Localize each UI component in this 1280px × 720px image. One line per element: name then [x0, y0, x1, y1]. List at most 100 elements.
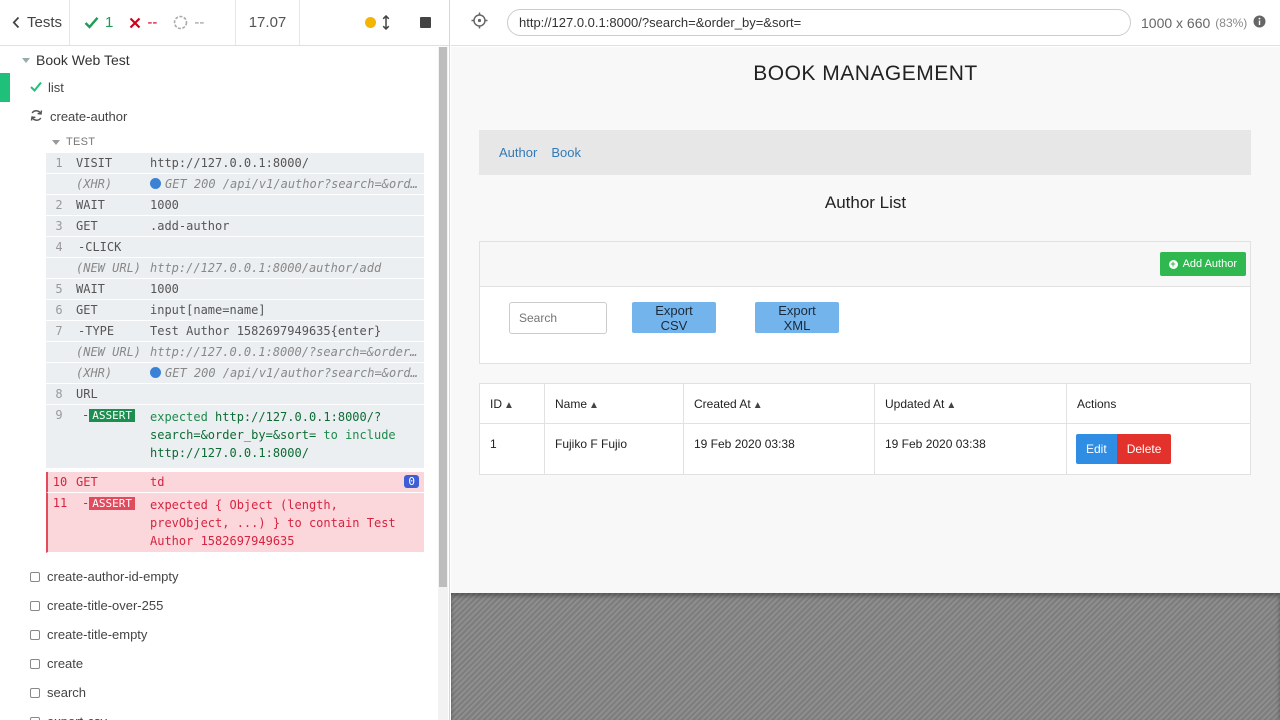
test-item[interactable]: create-author-id-empty — [0, 562, 438, 591]
edit-button[interactable]: Edit — [1076, 434, 1117, 464]
tests-back-button[interactable]: Tests — [0, 0, 70, 45]
suite-title-row[interactable]: Book Web Test — [0, 47, 438, 73]
command-row[interactable]: 5 WAIT 1000 — [46, 279, 424, 300]
header-label: Updated At — [885, 396, 945, 411]
hook-title-row[interactable]: TEST — [46, 131, 424, 153]
command-event-row[interactable]: (NEW URL) http://127.0.0.1:8000/?search=&… — [46, 342, 424, 363]
command-row[interactable]: 3 GET .add-author — [46, 216, 424, 237]
command-name: GET — [76, 475, 98, 489]
command-message: .add-author — [150, 219, 424, 233]
test-pending-square-icon — [30, 571, 40, 582]
x-icon — [129, 17, 141, 29]
command-row[interactable]: 4 -CLICK — [46, 237, 424, 258]
command-row[interactable]: 1 VISIT http://127.0.0.1:8000/ — [46, 153, 424, 174]
test-pending-square-icon — [30, 687, 40, 698]
command-message-text: Test Author 1582697949635{enter} — [150, 324, 382, 338]
nav-link-author[interactable]: Author — [499, 145, 537, 160]
auto-scroll-toggle-icon[interactable] — [382, 15, 390, 30]
test-label: create — [47, 656, 84, 671]
test-item[interactable]: create — [0, 649, 438, 678]
column-header-updated-at[interactable]: Updated At ▲︎ — [874, 383, 1067, 424]
command-event-row[interactable]: (XHR) GET 200 /api/v1/author?search=&orde… — [46, 174, 424, 195]
cell-actions: Edit Delete — [1066, 423, 1251, 475]
export-xml-button[interactable]: Export XML — [755, 302, 839, 333]
command-name: (NEW URL) — [76, 345, 142, 359]
command-name: (XHR) — [76, 366, 113, 380]
delete-button[interactable]: Delete — [1116, 434, 1172, 464]
info-icon[interactable] — [1253, 15, 1266, 31]
command-message: 1000 — [150, 198, 424, 212]
command-row[interactable]: 6 GET input[name=name] — [46, 300, 424, 321]
column-header-actions: Actions — [1066, 383, 1251, 424]
command-row[interactable]: 2 WAIT 1000 — [46, 195, 424, 216]
xhr-status-dot-icon — [150, 178, 161, 189]
hook-title: TEST — [66, 136, 96, 148]
cell-updated-at: 19 Feb 2020 03:38 — [874, 423, 1067, 475]
command-name: GET — [76, 303, 98, 317]
command-message: GET 200 /api/v1/author?search=&order_by=… — [150, 366, 424, 380]
command-number: 4 — [55, 240, 63, 254]
command-name: VISIT — [76, 156, 113, 170]
plus-circle-icon: + — [1168, 258, 1178, 269]
test-item[interactable]: search — [0, 678, 438, 707]
scrollbar-thumb[interactable] — [439, 47, 447, 587]
command-number: 10 — [52, 475, 68, 489]
url-bar[interactable]: http://127.0.0.1:8000/?search=&order_by=… — [507, 9, 1131, 36]
command-message-text: http://127.0.0.1:8000/author/add — [150, 261, 382, 275]
failed-stat: -- — [129, 14, 157, 31]
run-duration: 17.07 — [236, 0, 300, 45]
command-number: 3 — [55, 219, 63, 233]
command-name: WAIT — [76, 282, 105, 296]
command-get-failed[interactable]: 10 GET td 0 — [46, 472, 424, 493]
command-message: td — [150, 475, 165, 489]
refresh-running-icon — [30, 109, 43, 125]
cell-created-at: 19 Feb 2020 03:38 — [683, 423, 875, 475]
command-message-text: GET 200 /api/v1/author?search=&order_by=… — [165, 177, 424, 191]
command-message-text: 1000 — [150, 282, 179, 296]
passed-stat: 1 — [84, 14, 113, 31]
test-pending-square-icon — [30, 658, 40, 669]
assert-expected-word: expected — [150, 410, 208, 424]
command-name: (XHR) — [76, 177, 113, 191]
command-event-row[interactable]: (XHR) GET 200 /api/v1/author?search=&orde… — [46, 363, 424, 384]
command-row[interactable]: 7 -TYPE Test Author 1582697949635{enter} — [46, 321, 424, 342]
command-number: 11 — [52, 496, 68, 510]
test-label: list — [48, 80, 64, 95]
test-item-list[interactable]: list — [0, 73, 438, 102]
command-name: URL — [76, 387, 98, 401]
test-label: create-author-id-empty — [47, 569, 179, 584]
stop-icon[interactable] — [420, 17, 431, 28]
column-header-name[interactable]: Name ▲︎ — [544, 383, 684, 424]
sort-icon: ▲︎ — [504, 399, 514, 411]
command-assert-passed[interactable]: 9 - ASSERT expected http://127.0.0.1:8000… — [46, 405, 424, 469]
column-header-created-at[interactable]: Created At ▲︎ — [683, 383, 875, 424]
card-header: + Add Author — [480, 242, 1250, 287]
export-csv-button[interactable]: Export CSV — [632, 302, 716, 333]
test-label: create-author — [50, 109, 128, 124]
check-icon — [30, 80, 42, 95]
test-item[interactable]: create-title-over-255 — [0, 591, 438, 620]
reporter-tests-list: Book Web Test list create-author TEST 1V… — [0, 47, 438, 720]
pending-stat: -- — [173, 14, 204, 31]
nav-link-book[interactable]: Book — [551, 145, 581, 160]
remaining-tests: create-author-id-empty create-title-over-… — [0, 562, 438, 720]
command-assert-failed[interactable]: 11 - ASSERT expected { Object (length, pr… — [46, 493, 424, 553]
test-item[interactable]: export-csv — [0, 707, 438, 720]
reporter-scrollbar[interactable] — [438, 47, 448, 720]
viewport-size: 1000 x 660 — [1141, 14, 1211, 31]
test-item-create-author[interactable]: create-author — [0, 102, 438, 131]
search-input[interactable] — [509, 302, 607, 334]
add-author-button[interactable]: + Add Author — [1159, 252, 1246, 276]
aut-header: http://127.0.0.1:8000/?search=&order_by=… — [451, 0, 1280, 46]
command-message: http://127.0.0.1:8000/?search=&order_by=… — [150, 345, 424, 359]
command-row[interactable]: 8 URL — [46, 384, 424, 405]
test-item[interactable]: create-title-empty — [0, 620, 438, 649]
add-author-label: Add Author — [1182, 258, 1237, 270]
command-event-row[interactable]: (NEW URL) http://127.0.0.1:8000/author/ad… — [46, 258, 424, 279]
test-label: search — [47, 685, 87, 700]
top-nav: Author Book — [479, 130, 1251, 175]
command-message: expected http://127.0.0.1:8000/?search=&… — [150, 408, 424, 462]
selector-playground-button[interactable] — [451, 12, 507, 34]
header-label: Name — [555, 396, 588, 411]
column-header-id[interactable]: ID ▲︎ — [479, 383, 545, 424]
